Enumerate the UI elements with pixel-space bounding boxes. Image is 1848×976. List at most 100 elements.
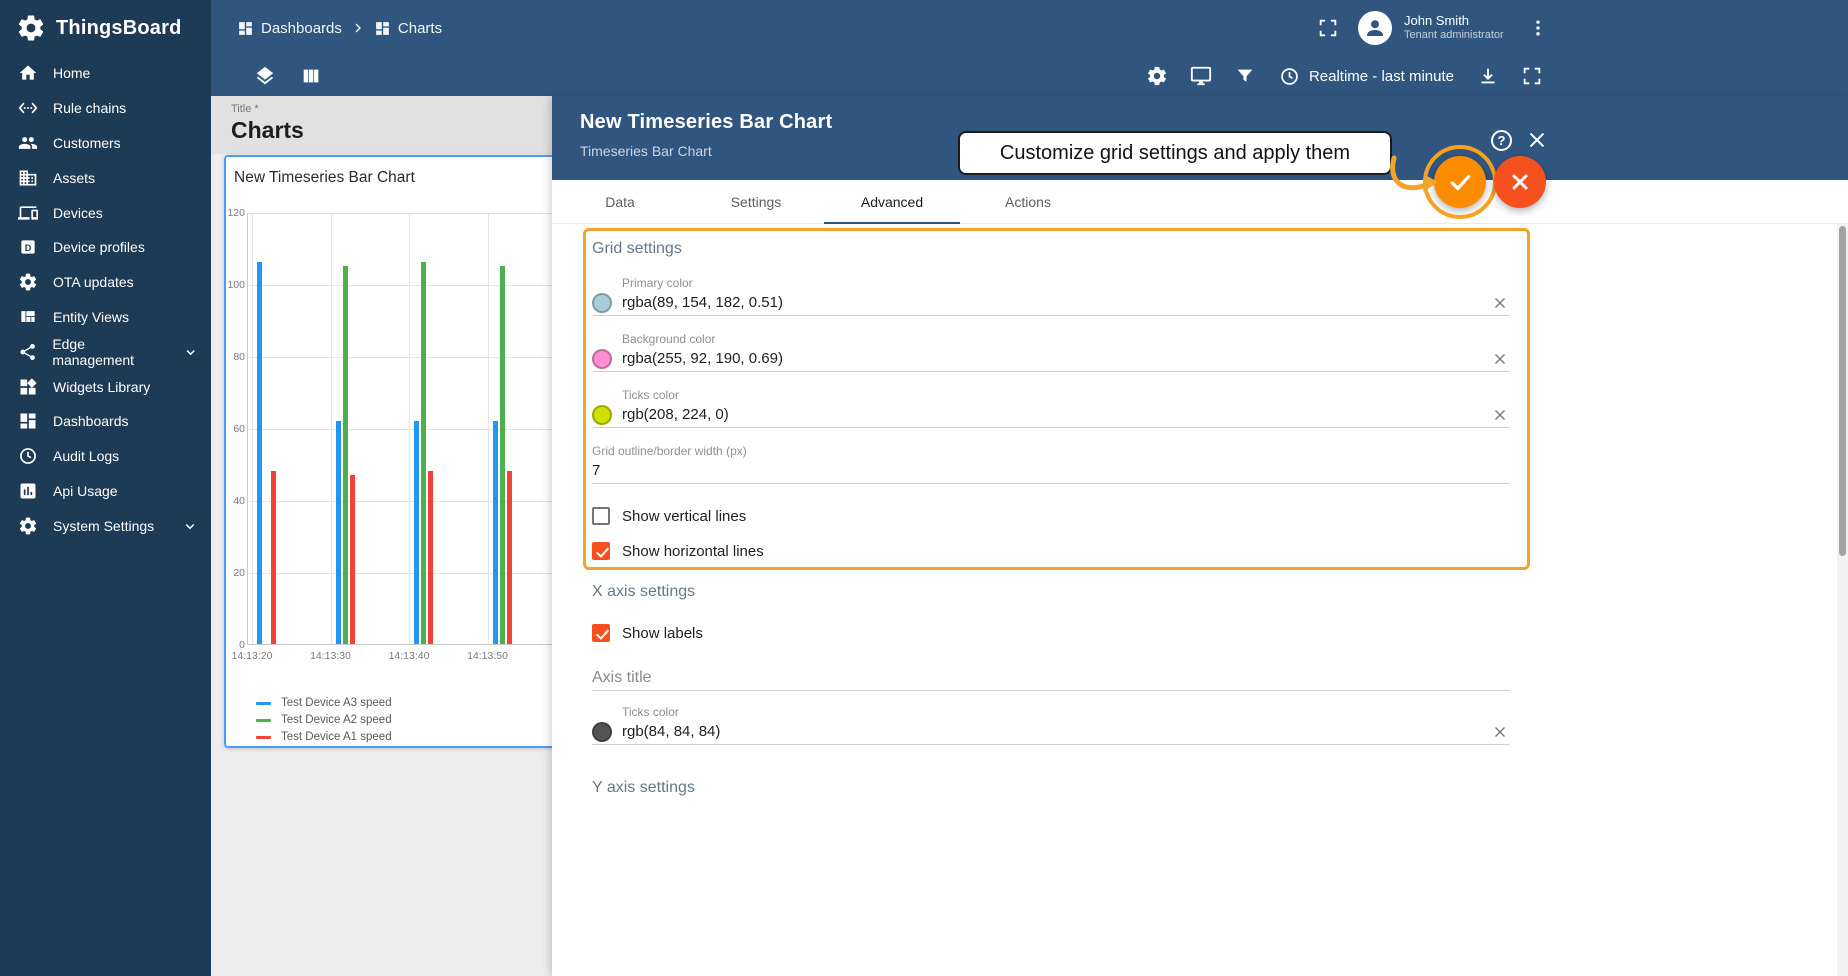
field-value: rgb(84, 84, 84) <box>622 723 1480 740</box>
tab-settings[interactable]: Settings <box>688 180 824 224</box>
legend-item[interactable]: Test Device A1 speed <box>256 731 392 743</box>
user-name: John Smith <box>1404 13 1508 29</box>
gridline <box>331 213 332 644</box>
bar <box>414 421 419 644</box>
user-info: John Smith Tenant administrator <box>1404 13 1508 43</box>
y-tick-label: 100 <box>227 279 245 291</box>
tour-tooltip: Customize grid settings and apply them <box>958 131 1392 175</box>
tour-tooltip-text: Customize grid settings and apply them <box>1000 142 1350 165</box>
sidebar-item-audit-logs[interactable]: Audit Logs <box>0 439 211 474</box>
bar <box>493 421 498 644</box>
timewindow-button[interactable]: Realtime - last minute <box>1269 56 1464 96</box>
dashboard-fullscreen-button[interactable] <box>1512 56 1552 96</box>
close-icon <box>1491 350 1509 368</box>
sidebar-item-dashboards[interactable]: Dashboards <box>0 404 211 439</box>
dialog-close-button[interactable] <box>1524 127 1550 153</box>
legend-label: Test Device A3 speed <box>281 697 392 709</box>
sidebar-item-device-profiles[interactable]: D Device profiles <box>0 230 211 265</box>
x-tick-label: 14:13:40 <box>381 650 437 662</box>
sidebar-item-rule-chains[interactable]: Rule chains <box>0 91 211 126</box>
x-ticks-color-field: Ticks color rgb(84, 84, 84) <box>592 705 1510 745</box>
entity-aliases-icon <box>1190 65 1212 87</box>
widget-edit-dialog: New Timeseries Bar Chart Timeseries Bar … <box>552 96 1848 976</box>
user-role: Tenant administrator <box>1404 29 1508 43</box>
clear-button[interactable] <box>1490 293 1510 313</box>
primary-color-input[interactable]: rgba(89, 154, 182, 0.51) <box>592 290 1510 316</box>
legend-item[interactable]: Test Device A3 speed <box>256 697 392 709</box>
rule-chains-icon <box>18 98 38 118</box>
legend-item[interactable]: Test Device A2 speed <box>256 714 392 726</box>
entity-aliases-button[interactable] <box>1181 56 1221 96</box>
sidebar: Home Rule chains Customers Assets Device… <box>0 56 211 976</box>
grid-outline-width-input[interactable]: 7 <box>592 458 1510 484</box>
bar <box>336 421 341 644</box>
checkbox[interactable] <box>592 507 610 525</box>
sidebar-item-edge-management[interactable]: Edge management <box>0 334 211 369</box>
x-tick-label: 14:13:20 <box>224 650 280 662</box>
help-icon: ? <box>1498 133 1506 148</box>
bar <box>428 471 433 644</box>
sidebar-item-assets[interactable]: Assets <box>0 160 211 195</box>
manage-layouts-button[interactable] <box>245 56 285 96</box>
y-tick-label: 120 <box>227 207 245 219</box>
dashboard-settings-button[interactable] <box>1137 56 1177 96</box>
sidebar-item-customers[interactable]: Customers <box>0 126 211 161</box>
x-axis-settings-heading: X axis settings <box>592 583 1848 603</box>
help-button[interactable]: ? <box>1491 130 1512 151</box>
clock-icon <box>1279 66 1300 87</box>
app-logo[interactable]: ThingsBoard <box>0 0 211 56</box>
fullscreen-icon <box>1317 17 1339 39</box>
checkbox[interactable] <box>592 624 610 642</box>
app-name: ThingsBoard <box>56 17 182 40</box>
dashboard-icon <box>374 20 391 37</box>
sidebar-item-label: Dashboards <box>53 413 129 429</box>
user-avatar[interactable] <box>1358 11 1392 45</box>
field-label: Primary color <box>622 276 1510 290</box>
show-labels-checkbox[interactable]: Show labels <box>592 623 1848 643</box>
export-button[interactable] <box>1468 56 1508 96</box>
sidebar-item-devices[interactable]: Devices <box>0 195 211 230</box>
show-vertical-lines-checkbox[interactable]: Show vertical lines <box>592 506 1848 526</box>
breadcrumb-charts[interactable]: Charts <box>374 20 442 37</box>
clear-button[interactable] <box>1490 349 1510 369</box>
sidebar-item-api-usage[interactable]: Api Usage <box>0 474 211 509</box>
background-color-input[interactable]: rgba(255, 92, 190, 0.69) <box>592 346 1510 372</box>
color-swatch[interactable] <box>592 349 612 369</box>
grid-ticks-color-input[interactable]: rgb(208, 224, 0) <box>592 402 1510 428</box>
color-swatch[interactable] <box>592 293 612 313</box>
axis-title-input[interactable]: Axis title <box>592 665 1510 691</box>
sidebar-item-label: Rule chains <box>53 100 126 116</box>
bar <box>257 262 262 644</box>
assets-icon <box>18 168 38 188</box>
breadcrumb-dashboards[interactable]: Dashboards <box>237 20 342 37</box>
tour-decline-button[interactable] <box>1494 156 1546 208</box>
sidebar-item-home[interactable]: Home <box>0 56 211 91</box>
sidebar-item-ota-updates[interactable]: OTA updates <box>0 265 211 300</box>
gear-icon <box>1146 65 1168 87</box>
y-tick-label: 80 <box>233 351 245 363</box>
sidebar-item-entity-views[interactable]: Entity Views <box>0 300 211 335</box>
device-profiles-icon: D <box>18 237 38 257</box>
tab-data[interactable]: Data <box>552 180 688 224</box>
show-horizontal-lines-checkbox[interactable]: Show horizontal lines <box>592 541 1848 561</box>
x-ticks-color-input[interactable]: rgb(84, 84, 84) <box>592 719 1510 745</box>
color-swatch[interactable] <box>592 722 612 742</box>
checkbox[interactable] <box>592 542 610 560</box>
sidebar-item-label: Assets <box>53 170 95 186</box>
manage-states-button[interactable] <box>291 56 331 96</box>
background-color-field: Background color rgba(255, 92, 190, 0.69… <box>592 332 1510 372</box>
sidebar-item-system-settings[interactable]: System Settings <box>0 508 211 543</box>
color-swatch[interactable] <box>592 405 612 425</box>
tab-advanced[interactable]: Advanced <box>824 180 960 224</box>
checkbox-label: Show vertical lines <box>622 508 746 525</box>
scrollbar-thumb[interactable] <box>1839 226 1846 556</box>
more-menu-button[interactable] <box>1520 10 1556 46</box>
clear-button[interactable] <box>1490 722 1510 742</box>
clear-button[interactable] <box>1490 405 1510 425</box>
filters-button[interactable] <box>1225 56 1265 96</box>
sidebar-item-widgets-library[interactable]: Widgets Library <box>0 369 211 404</box>
tab-actions[interactable]: Actions <box>960 180 1096 224</box>
fullscreen-button[interactable] <box>1310 10 1346 46</box>
bar <box>500 266 505 644</box>
bar <box>421 262 426 644</box>
